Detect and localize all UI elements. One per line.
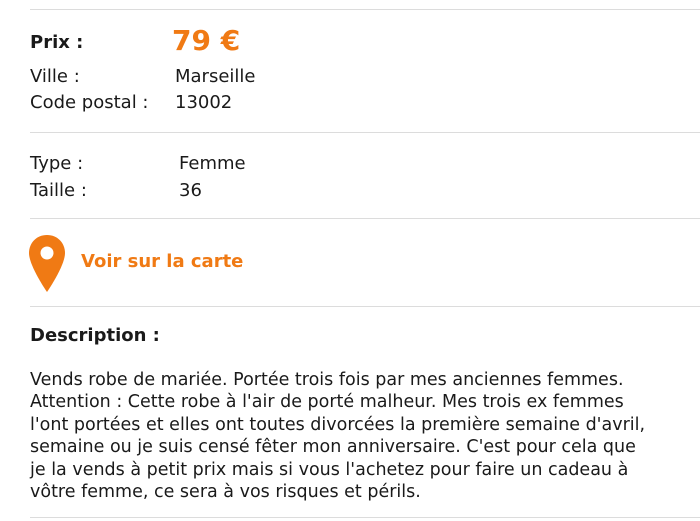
type-value: Femme	[179, 153, 246, 174]
postal-label: Code postal :	[30, 92, 149, 113]
price-label: Prix :	[30, 32, 84, 53]
top-divider	[30, 9, 700, 10]
postal-value: 13002	[175, 92, 233, 113]
description-title: Description :	[30, 325, 160, 346]
map-pin-icon	[29, 235, 65, 292]
bottom-divider	[30, 517, 700, 518]
city-value: Marseille	[175, 66, 256, 87]
size-label: Taille :	[30, 180, 87, 201]
city-label: Ville :	[30, 66, 80, 87]
divider-2	[30, 218, 700, 219]
divider-3	[30, 306, 700, 307]
map-link-button[interactable]: Voir sur la carte	[28, 234, 288, 294]
map-link-label[interactable]: Voir sur la carte	[81, 250, 243, 274]
type-label: Type :	[30, 153, 84, 174]
size-value: 36	[179, 180, 202, 201]
divider-1	[30, 132, 700, 133]
description-text: Vends robe de mariée. Portée trois fois …	[30, 370, 646, 503]
price-value: 79 €	[172, 24, 241, 57]
